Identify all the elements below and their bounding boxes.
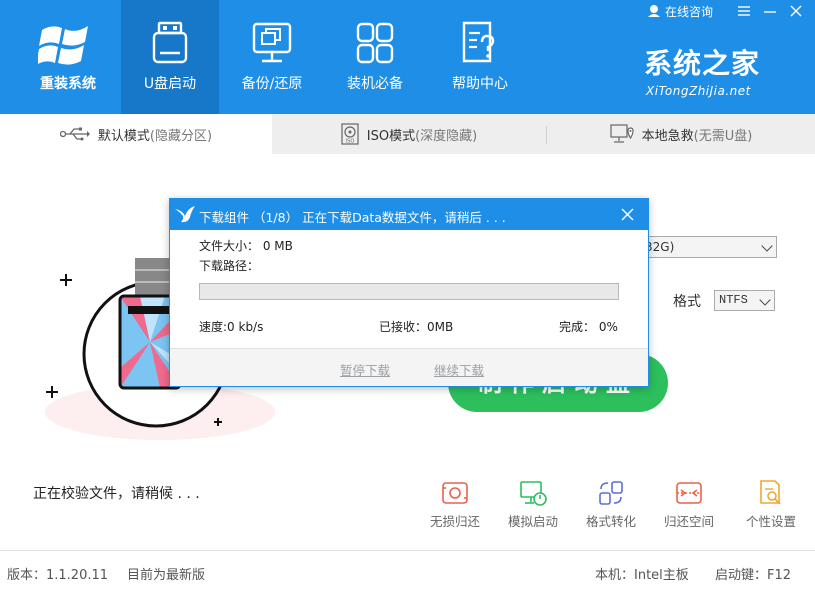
window-controls: 在线咨询	[647, 2, 803, 20]
dialog-footer: 暂停下载 继续下载	[170, 348, 648, 386]
brand-logo: 系统之家 XiTongZhiJia.net	[644, 42, 794, 98]
tool-label: 无损归还	[429, 514, 480, 529]
nav-label: 帮助中心	[452, 76, 508, 92]
chevron-down-icon	[759, 294, 771, 306]
online-consult-label: 在线咨询	[664, 4, 713, 19]
header-bar: 重装系统 U盘启动 备份/还原 装机必备 帮助中心 在线咨询 系统之家 XiTo…	[0, 0, 815, 114]
format-select-value: NTFS	[719, 293, 748, 307]
tab-hint: (无需U盘)	[693, 128, 753, 144]
apps-grid-icon	[356, 22, 394, 64]
close-icon[interactable]	[789, 4, 803, 18]
tool-label: 个性设置	[745, 514, 796, 529]
menu-icon[interactable]	[737, 4, 751, 18]
help-document-icon	[462, 21, 495, 63]
bird-logo-icon	[175, 206, 195, 223]
footer-bar: 版本：1.1.20.11 目前为最新版 本机：Intel主板 启动键：F12	[0, 550, 815, 589]
app-name: 重装系统	[40, 76, 96, 92]
online-consult-link[interactable]: 在线咨询	[647, 3, 713, 20]
pause-download-button[interactable]: 暂停下载	[340, 360, 390, 379]
tool-format-convert[interactable]: 格式转化	[572, 476, 650, 530]
nav-label: 备份/还原	[241, 76, 303, 92]
tool-return-space[interactable]: 归还空间	[650, 476, 728, 530]
return-space-icon	[676, 482, 702, 504]
motherboard-text: 本机：Intel主板	[595, 568, 689, 583]
minimize-icon[interactable]	[763, 4, 777, 18]
tool-label: 模拟启动	[507, 514, 558, 529]
received-text: 已接收：0MB	[379, 320, 454, 334]
format-select[interactable]: NTFS	[714, 290, 775, 311]
backup-restore-icon	[252, 22, 292, 63]
tools-bar: 无损归还 模拟启动 格式转化 归还空间 个性设置	[416, 476, 811, 536]
boot-hotkey-text: 启动键：F12	[715, 568, 792, 583]
tool-label: 格式转化	[585, 514, 636, 529]
svg-text:ISO: ISO	[345, 139, 354, 145]
nav-label: U盘启动	[143, 76, 197, 92]
personalize-icon	[760, 480, 781, 505]
download-dialog: 下载组件 （1/8） 正在下载Data数据文件，请稍后 . . . 文件大小： …	[169, 198, 649, 387]
tab-label: ISO模式	[366, 128, 416, 144]
complete-text: 完成： 0%	[559, 320, 618, 334]
dialog-body: 文件大小： 0 MB 下载路径： 速度:0 kb/s 已接收：0MB 完成： 0…	[170, 230, 648, 348]
format-convert-icon	[599, 481, 623, 505]
windows-logo-icon	[38, 26, 88, 65]
resume-download-button[interactable]: 继续下载	[434, 360, 484, 379]
usb-drive-icon	[152, 21, 188, 64]
tab-label: 本地急救	[641, 128, 694, 144]
iso-disc-icon: ISO	[341, 123, 359, 145]
nav-label: 装机必备	[347, 76, 403, 92]
latest-version-text: 目前为最新版	[127, 568, 206, 583]
customer-service-icon	[647, 5, 660, 17]
tab-hint: (深度隐藏)	[415, 128, 478, 144]
download-progress-bar	[199, 283, 619, 300]
tab-hint: (隐藏分区)	[149, 128, 213, 144]
file-size-text: 文件大小： 0 MB	[199, 239, 293, 253]
tab-label: 默认模式	[97, 128, 150, 144]
tool-simulate-boot[interactable]: 模拟启动	[494, 476, 572, 530]
download-path-text: 下载路径：	[199, 259, 260, 273]
local-rescue-icon	[610, 124, 634, 143]
format-label: 格式	[673, 294, 701, 310]
mode-tabs: 默认模式 (隐藏分区) ISO ISO模式 (深度隐藏) 本地急救 (无需U盘)	[0, 114, 815, 154]
status-message: 正在校验文件，请稍候 . . .	[33, 486, 200, 502]
chevron-down-icon	[761, 240, 773, 252]
tool-label: 归还空间	[663, 514, 714, 529]
tab-default-mode[interactable]: 默认模式 (隐藏分区)	[0, 114, 272, 154]
tool-restore[interactable]: 无损归还	[416, 476, 494, 530]
tool-personalize[interactable]: 个性设置	[732, 476, 810, 530]
nav-essential-apps[interactable]: 装机必备	[326, 0, 424, 114]
version-text: 版本：1.1.20.11	[7, 568, 109, 583]
speed-text: 速度:0 kb/s	[199, 320, 264, 334]
dialog-title: 下载组件 （1/8） 正在下载Data数据文件，请稍后 . . .	[199, 210, 506, 225]
device-select[interactable]: 32G)	[640, 236, 777, 258]
usb-plug-icon	[59, 127, 90, 141]
nav-backup-restore[interactable]: 备份/还原	[223, 0, 321, 114]
device-select-value: 32G)	[645, 240, 675, 254]
brand-url: XiTongZhiJia.net	[646, 84, 751, 98]
nav-help-center[interactable]: 帮助中心	[431, 0, 529, 114]
tab-local-rescue[interactable]: 本地急救 (无需U盘)	[547, 114, 815, 154]
brand-name: 系统之家	[644, 47, 761, 80]
nav-usb-boot[interactable]: U盘启动	[121, 0, 219, 114]
dialog-close-icon[interactable]	[620, 207, 635, 222]
dialog-title-bar: 下载组件 （1/8） 正在下载Data数据文件，请稍后 . . .	[170, 199, 648, 230]
restore-icon	[442, 482, 468, 504]
tab-iso-mode[interactable]: ISO ISO模式 (深度隐藏)	[273, 114, 545, 154]
simulate-boot-icon	[520, 481, 547, 506]
